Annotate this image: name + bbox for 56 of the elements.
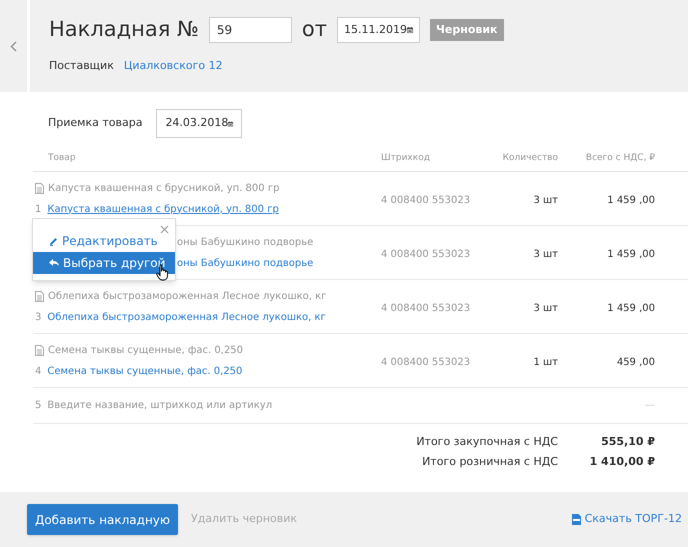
row-number: 5: [35, 399, 42, 413]
quantity-cell-text: 1 шт: [532, 356, 558, 370]
source-product-name: Облепиха быстрозамороженная Лесное лукошко, кг: [48, 290, 326, 304]
barcode-cell-text: 4 008400 553023: [381, 356, 472, 370]
total-cell-text: —: [644, 399, 656, 413]
new-product-input[interactable]: Введите название, штрихкод или артикул: [47, 398, 272, 413]
document-icon: [35, 182, 44, 194]
document-icon: [35, 290, 44, 302]
invoice-title: Накладная №: [49, 16, 199, 43]
receipt-date-field[interactable]: 24.03.2018: [156, 109, 242, 138]
quantity-cell-text: 3 шт: [532, 248, 558, 262]
calendar-icon: [406, 24, 413, 35]
source-product-name: Семена тыквы сущенные, фас. 0,250: [48, 344, 244, 358]
total-cell-text: 1 459 ,00: [606, 194, 656, 208]
from-label: от: [302, 16, 327, 43]
row-number: 4: [35, 364, 42, 378]
total-label: Итого розничная с НДС: [421, 454, 558, 470]
source-product-name: Капуста квашенная с брусникой, уп. 800 гр: [48, 182, 280, 196]
total-value: 1 410,00 ₽: [588, 454, 655, 470]
receipt-label: Приемка товара: [48, 115, 142, 132]
popup-menu-item[interactable]: Выбрать другой: [33, 252, 175, 274]
total-value: 555,10 ₽: [600, 434, 655, 450]
matched-product-link[interactable]: Семена тыквы сущенные, фас. 0,250: [47, 364, 242, 378]
matched-product-link[interactable]: Капуста квашенная с брусникой, уп. 800 гр: [47, 202, 279, 216]
popup-menu-item[interactable]: Редактировать: [33, 230, 175, 252]
supplier-label: Поставщик: [49, 58, 114, 74]
column-header: Штрихкод: [381, 152, 431, 166]
invoice-number-field[interactable]: 59: [208, 16, 292, 43]
supplier-link[interactable]: Циалковского 12: [124, 58, 223, 74]
quantity-cell-text: 3 шт: [532, 302, 558, 316]
invoice-date-field[interactable]: 15.11.2019: [337, 16, 420, 43]
total-cell-text: 459 ,00: [616, 356, 656, 370]
status-badge: Черновик: [430, 18, 504, 41]
download-link[interactable]: Скачать ТОРГ-12: [572, 511, 682, 528]
total-cell-text: 1 459 ,00: [606, 302, 656, 316]
column-header: Товар: [47, 152, 77, 166]
row-number: 3: [35, 310, 42, 324]
pencil-icon: [49, 236, 58, 246]
column-header: Количество: [502, 152, 558, 166]
back-chevron-icon[interactable]: [10, 40, 17, 52]
matched-product-link[interactable]: Облепиха быстрозамороженная Лесное лукошко, кг: [47, 310, 326, 324]
total-label: Итого закупочная с НДС: [415, 434, 558, 450]
add-invoice-button[interactable]: Добавить накладную: [27, 504, 178, 535]
row-number: 1: [35, 202, 42, 216]
barcode-cell-text: 4 008400 553023: [381, 302, 472, 316]
document-icon: [35, 344, 44, 356]
quantity-cell-text: 3 шт: [532, 194, 558, 208]
total-cell-text: 1 459 ,00: [606, 248, 656, 262]
source-product-name: оны Бабушкино подворье: [177, 236, 314, 248]
column-header: Всего с НДС, ₽: [584, 152, 656, 166]
reply-arrow-icon: [49, 259, 59, 267]
matched-product-link[interactable]: оны Бабушкино подворье: [177, 258, 314, 268]
barcode-cell-text: 4 008400 553023: [381, 194, 472, 208]
close-icon[interactable]: [160, 225, 169, 234]
barcode-cell-text: 4 008400 553023: [381, 248, 472, 262]
document-icon: [572, 514, 581, 525]
